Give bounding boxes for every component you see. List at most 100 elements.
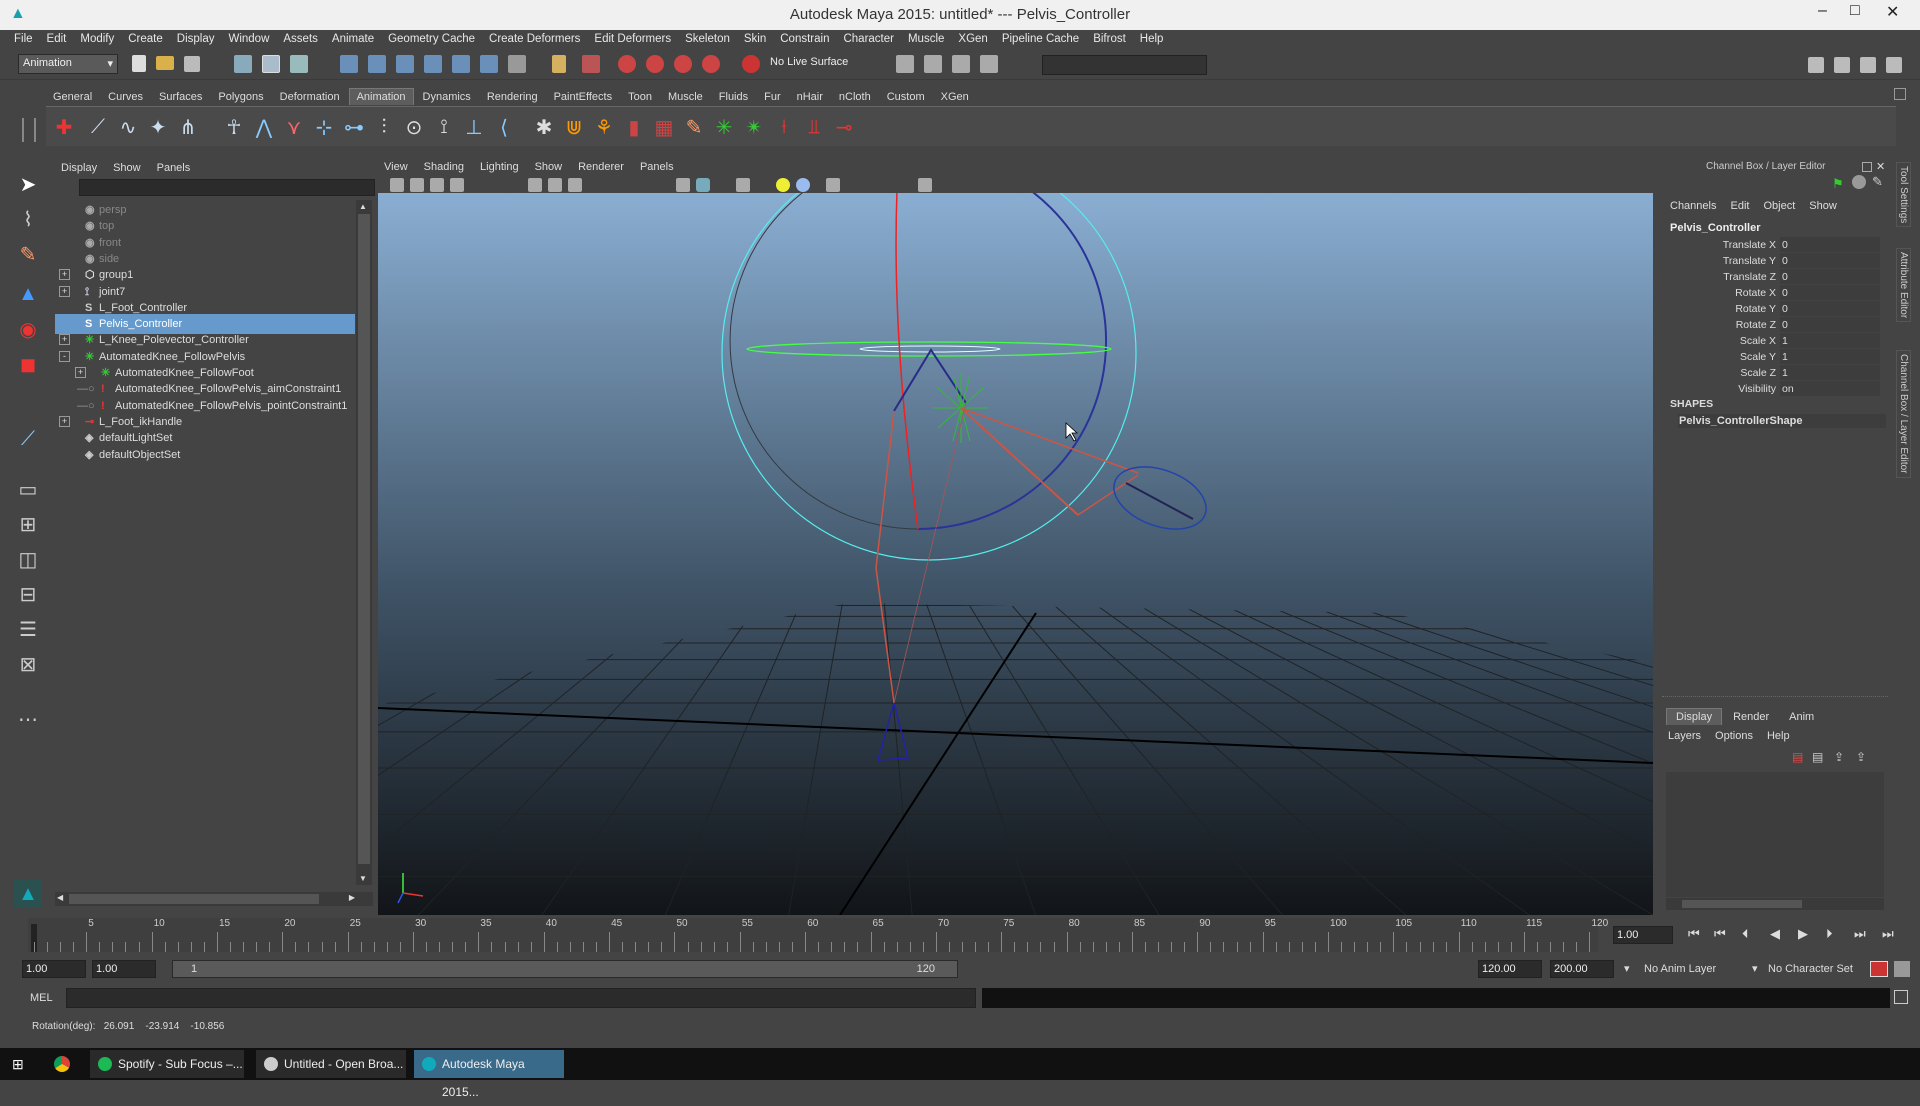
viewport-scene[interactable] <box>378 193 1653 915</box>
time-slider[interactable]: 5 10 15 20 25 30 35 40 45 50 55 60 65 70 75 80 85 90 95 100… <box>28 918 1608 952</box>
outliner-menu-show[interactable]: Show <box>107 160 151 176</box>
history-icon[interactable] <box>508 55 526 73</box>
shelf-tab-dynamics[interactable]: Dynamics <box>416 89 478 105</box>
skeleton-icon[interactable]: ☥ <box>222 115 246 139</box>
scroll-hthumb[interactable] <box>69 894 319 904</box>
film-gate-icon[interactable] <box>548 178 562 192</box>
scroll-left-icon[interactable]: ◀ <box>57 893 63 902</box>
joint-tool-icon[interactable]: ✦ <box>146 115 170 139</box>
viewport-menu-show[interactable]: Show <box>529 160 573 173</box>
minimize-icon[interactable]: – <box>1818 2 1827 20</box>
render-settings-icon[interactable] <box>674 55 692 73</box>
channel-value[interactable]: 0 <box>1780 301 1880 316</box>
command-input[interactable] <box>66 988 976 1008</box>
layer-tab-render[interactable]: Render <box>1724 709 1778 725</box>
outliner-menu-display[interactable]: Display <box>55 160 107 176</box>
paint-weights-icon[interactable]: ⚘ <box>592 115 616 139</box>
grid-toggle-icon[interactable] <box>528 178 542 192</box>
shelf-options-icon[interactable] <box>22 118 36 142</box>
layer-scroll-thumb[interactable] <box>1682 900 1802 908</box>
channel-menu-object[interactable]: Object <box>1763 200 1795 212</box>
shelf-tab-fur[interactable]: Fur <box>757 89 788 105</box>
expand-toggle-icon[interactable]: + <box>59 415 70 427</box>
scroll-up-icon[interactable]: ▲ <box>359 202 367 211</box>
outliner-layout-icon[interactable]: ☰ <box>14 615 42 643</box>
layer-tab-display[interactable]: Display <box>1666 708 1723 725</box>
move-layer-down-icon[interactable]: ⇪ <box>1856 750 1866 764</box>
end-time-field[interactable]: 200.00 <box>1550 960 1614 978</box>
sculpt-icon[interactable]: ⊸ <box>832 115 856 139</box>
insert-joint-icon[interactable]: ⋀ <box>252 115 276 139</box>
taskbar-item[interactable]: Spotify - Sub Focus –... <box>90 1050 244 1078</box>
magnet-icon[interactable] <box>742 55 760 73</box>
construction-history-icon[interactable] <box>582 55 600 73</box>
point-constraint-icon[interactable]: ⊙ <box>402 115 426 139</box>
four-pane-layout-icon[interactable]: ⊞ <box>14 510 42 538</box>
shelf-tab-toon[interactable]: Toon <box>621 89 659 105</box>
outliner-menu-panels[interactable]: Panels <box>151 160 201 176</box>
shadows-icon[interactable] <box>796 178 810 192</box>
isolate-select-icon[interactable] <box>918 178 932 192</box>
sidebar-toggle-icon[interactable] <box>924 55 942 73</box>
script-editor-icon[interactable] <box>1894 990 1908 1004</box>
channel-row[interactable]: Scale Y 1 <box>1662 349 1888 365</box>
start-time-field[interactable]: 1.00 <box>22 960 86 978</box>
remove-joint-icon[interactable]: ⊶ <box>342 115 366 139</box>
range-slider[interactable]: 1 120 <box>172 960 958 978</box>
menu-skin[interactable]: Skin <box>737 30 773 45</box>
channel-row[interactable]: Rotate Y 0 <box>1662 301 1888 317</box>
live-surface-field[interactable]: No Live Surface <box>770 56 870 74</box>
menu-pipeline-cache[interactable]: Pipeline Cache <box>995 30 1086 45</box>
expand-toggle-icon[interactable]: + <box>59 269 70 281</box>
hik-icon[interactable]: ⋔ <box>176 115 200 139</box>
channel-value[interactable]: 0 <box>1780 285 1880 300</box>
aim-constraint-icon[interactable]: ⟟ <box>432 115 456 139</box>
shelf-tab-general[interactable]: General <box>46 89 99 105</box>
xray-icon[interactable] <box>826 178 840 192</box>
expand-toggle-icon[interactable]: + <box>59 334 70 346</box>
shelf-tab-nhair[interactable]: nHair <box>790 89 830 105</box>
character-icon[interactable]: ✱ <box>532 115 556 139</box>
shelf-tab-muscle[interactable]: Muscle <box>661 89 710 105</box>
selected-object-name[interactable]: Pelvis_Controller <box>1670 222 1760 234</box>
input-line-icon[interactable] <box>896 55 914 73</box>
menu-file[interactable]: File <box>0 30 40 45</box>
select-hierarchy-icon[interactable] <box>234 55 252 73</box>
scroll-thumb[interactable] <box>358 214 370 864</box>
go-to-end-icon[interactable]: ⏭ <box>1882 926 1894 942</box>
textured-icon[interactable] <box>736 178 750 192</box>
shelf-tab-surfaces[interactable]: Surfaces <box>152 89 209 105</box>
viewport-menu-view[interactable]: View <box>378 160 418 173</box>
channel-label[interactable]: Rotate Z <box>1736 317 1776 333</box>
side-tab-channel-box-layer-editor[interactable]: Channel Box / Layer Editor <box>1896 350 1911 478</box>
shape-node-name[interactable]: Pelvis_ControllerShape <box>1678 414 1886 428</box>
channel-box-icon-b[interactable] <box>1852 175 1866 189</box>
select-object-icon[interactable] <box>262 55 280 73</box>
shelf-tab-ncloth[interactable]: nCloth <box>832 89 878 105</box>
single-pane-layout-icon[interactable]: ▭ <box>14 475 42 503</box>
close-icon[interactable]: ✕ <box>1886 2 1899 22</box>
lasso-tool-icon[interactable]: ⌇ <box>14 205 42 233</box>
channel-value[interactable]: 0 <box>1780 317 1880 332</box>
blend-shape-icon[interactable]: ▮ <box>622 115 646 139</box>
step-forward-key-icon[interactable]: ⏭ <box>1854 926 1866 942</box>
channel-box-icon-c[interactable]: ✎ <box>1872 174 1883 190</box>
expand-toggle-icon[interactable]: - <box>59 350 70 362</box>
last-tool-icon[interactable]: ⟋ <box>14 425 42 453</box>
shelf-menu-icon[interactable] <box>1894 88 1906 100</box>
expand-toggle-icon[interactable]: + <box>59 285 70 297</box>
layer-menu-help[interactable]: Help <box>1767 730 1790 742</box>
save-scene-icon[interactable] <box>184 56 200 72</box>
snap-point-icon[interactable] <box>396 55 414 73</box>
menu-help[interactable]: Help <box>1133 30 1171 45</box>
channel-box-icon-a[interactable]: ⚑ <box>1832 176 1844 192</box>
lattice-icon[interactable]: ▦ <box>652 115 676 139</box>
rotate-tool-icon[interactable]: ◉ <box>14 315 42 343</box>
cluster-icon[interactable]: ✴ <box>742 115 766 139</box>
channel-label[interactable]: Scale Y <box>1740 349 1776 365</box>
play-backward-icon[interactable]: ◀ <box>1770 926 1780 942</box>
step-back-frame-icon[interactable]: ⏴ <box>1742 926 1749 942</box>
channel-row[interactable]: Visibility on <box>1662 381 1888 397</box>
layout-icon[interactable] <box>952 55 970 73</box>
open-scene-icon[interactable] <box>156 56 174 70</box>
